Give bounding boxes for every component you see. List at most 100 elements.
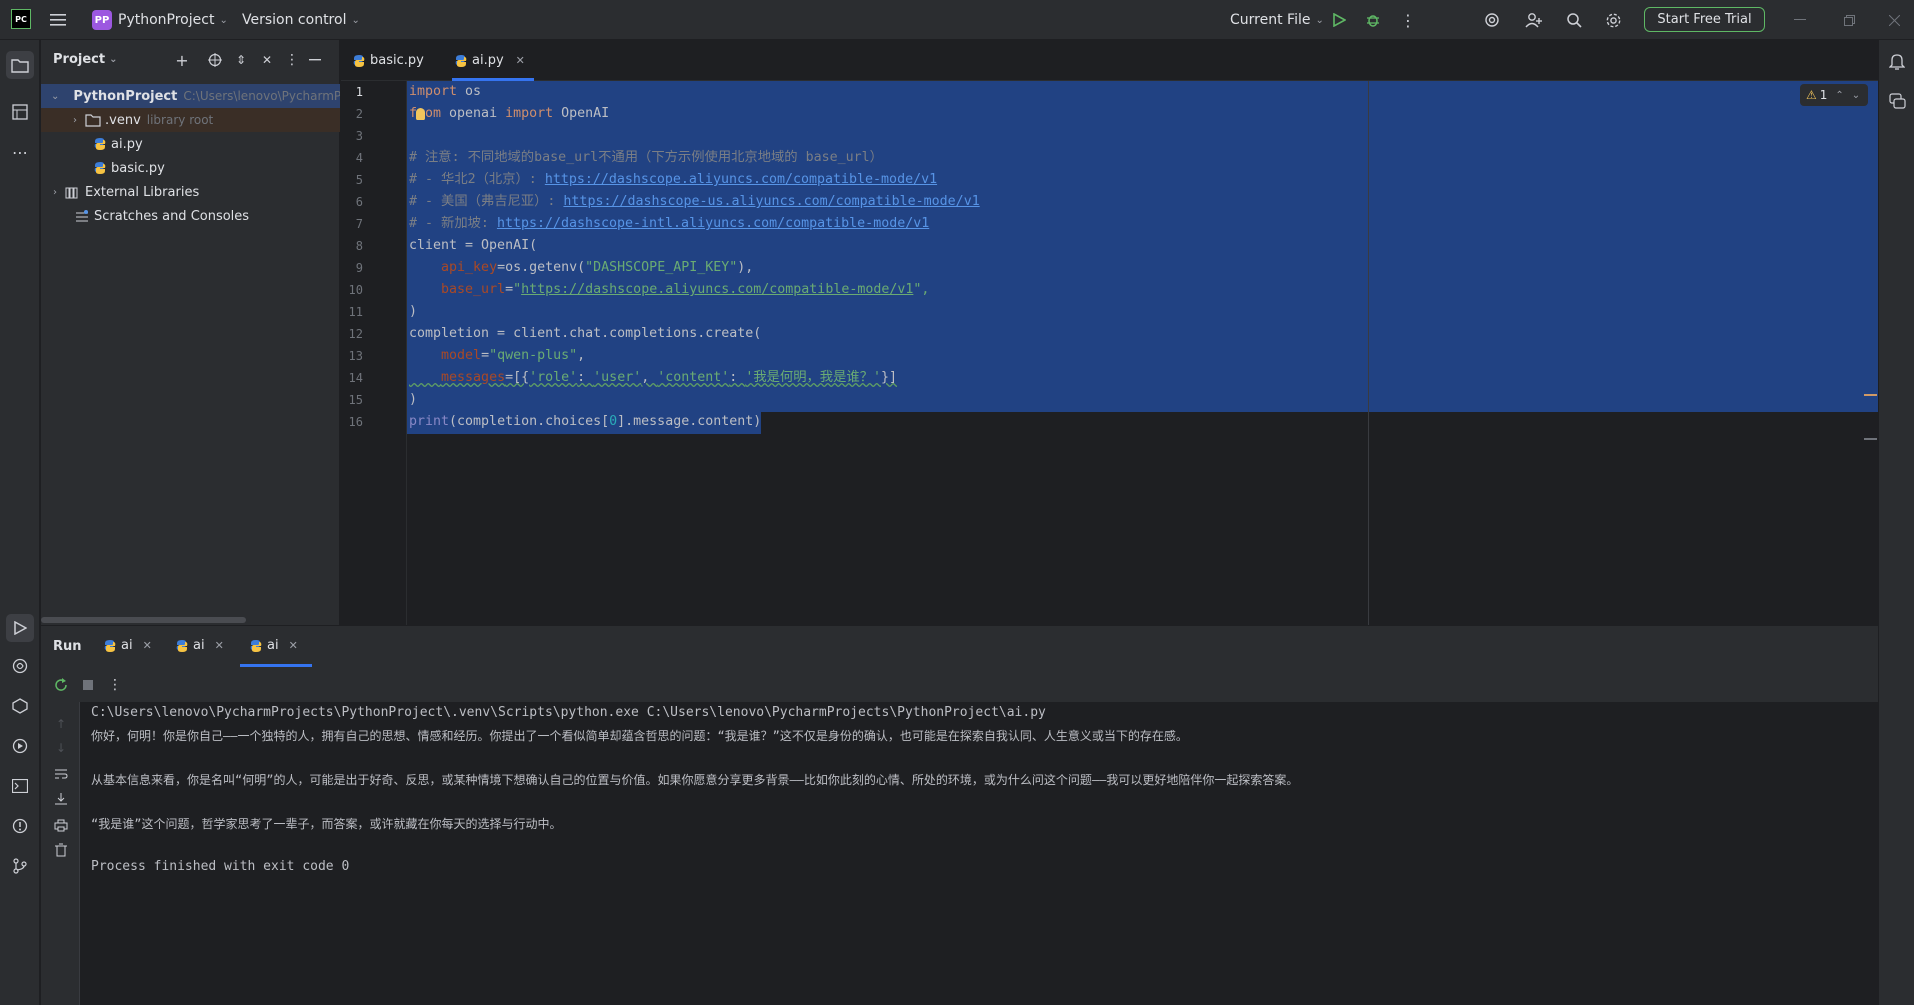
close-tab-icon[interactable]: ✕ (215, 639, 224, 652)
terminal-icon[interactable] (8, 774, 32, 798)
tree-item-label: PythonProject (73, 88, 178, 104)
more-tool-windows-icon[interactable]: ⋯ (8, 140, 32, 164)
code-line-10[interactable]: base_url="https://dashscope.aliyuncs.com… (409, 279, 929, 301)
run-tab-3[interactable]: ai ✕ (250, 638, 298, 653)
close-tab-icon[interactable]: ✕ (516, 54, 525, 67)
line-number: 14 (348, 371, 363, 385)
chevron-up-icon[interactable]: ⌃ (1835, 90, 1843, 101)
chevron-down-icon[interactable]: ⌄ (1852, 90, 1860, 101)
rerun-icon[interactable] (51, 675, 71, 695)
settings-gear-icon[interactable] (1603, 10, 1623, 30)
chevron-down-icon: ⌄ (219, 14, 228, 26)
tree-item-basic-py[interactable]: basic.py (41, 156, 340, 180)
python-file-icon (94, 162, 106, 174)
tab-basic-py[interactable]: basic.py (353, 40, 424, 81)
restore-window-icon[interactable] (1839, 10, 1859, 30)
close-window-icon[interactable] (1884, 10, 1904, 30)
tree-item-label: basic.py (111, 160, 165, 176)
line-number: 7 (355, 217, 363, 231)
notifications-bell-icon[interactable] (1885, 49, 1909, 73)
tab-ai-py[interactable]: ai.py ✕ (452, 40, 534, 81)
chevron-down-icon: ⌄ (51, 90, 60, 102)
problems-widget[interactable]: ⚠ 1 ⌃ ⌄ (1800, 84, 1868, 106)
code-with-me-icon[interactable] (1524, 10, 1544, 30)
intention-bulb-icon[interactable] (416, 108, 425, 120)
version-control-menu[interactable]: Version control ⌄ (242, 9, 360, 31)
code-line-15[interactable]: ) (409, 389, 417, 411)
structure-icon[interactable] (8, 100, 32, 124)
tree-item-scratches[interactable]: Scratches and Consoles (41, 204, 340, 228)
print-icon[interactable] (49, 813, 73, 837)
run-icon[interactable] (1329, 10, 1349, 30)
scroll-to-end-icon[interactable] (49, 787, 73, 811)
error-stripe-marker[interactable] (1864, 438, 1877, 440)
run-tab-2[interactable]: ai ✕ (176, 638, 224, 653)
code-line-1[interactable]: import os (409, 81, 481, 103)
more-actions-icon[interactable]: ⋮ (1398, 10, 1418, 30)
code-line-9[interactable]: api_key=os.getenv("DASHSCOPE_API_KEY"), (409, 257, 753, 279)
options-icon[interactable]: ⋮ (282, 50, 302, 70)
console-command-line: C:\Users\lenovo\PycharmProjects\PythonPr… (91, 705, 1046, 720)
expand-all-icon[interactable]: ⇕ (231, 50, 251, 70)
code-line-11[interactable]: ) (409, 301, 417, 323)
ai-chat-icon[interactable] (1885, 89, 1909, 113)
code-line-8[interactable]: client = OpenAI( (409, 235, 537, 257)
project-switcher[interactable]: PP PythonProject ⌄ (92, 9, 228, 31)
code-line-13[interactable]: model="qwen-plus", (409, 345, 585, 367)
error-stripe-marker[interactable] (1864, 394, 1877, 396)
new-file-plus-icon[interactable]: + (172, 50, 192, 70)
right-margin-guide (1368, 81, 1369, 625)
trash-icon[interactable] (49, 838, 73, 862)
close-tab-icon[interactable]: ✕ (143, 639, 152, 652)
hide-panel-icon[interactable] (305, 50, 325, 70)
project-panel-header[interactable]: Project ⌄ (53, 52, 117, 67)
start-free-trial-button[interactable]: Start Free Trial (1644, 7, 1765, 32)
arrow-up-icon[interactable]: ↑ (49, 712, 73, 736)
title-bar: PC PP PythonProject ⌄ Version control ⌄ … (0, 0, 1914, 40)
minimize-window-icon[interactable] (1790, 10, 1810, 30)
run-tab-1[interactable]: ai ✕ (104, 638, 152, 653)
search-icon[interactable] (1564, 10, 1584, 30)
run-configuration-selector[interactable]: Current File ⌄ (1230, 9, 1324, 31)
line-number: 9 (355, 261, 363, 275)
tree-item-ai-py[interactable]: ai.py (41, 132, 340, 156)
code-line-6[interactable]: # - 美国（弗吉尼亚）: https://dashscope-us.aliyu… (409, 191, 980, 213)
chevron-down-icon: ⌄ (1315, 14, 1324, 26)
services-icon[interactable] (8, 734, 32, 758)
line-number: 13 (348, 349, 363, 363)
python-packages-icon[interactable] (8, 654, 32, 678)
problems-icon[interactable] (8, 814, 32, 838)
tree-item-venv[interactable]: › .venv library root (41, 108, 340, 132)
code-line-7[interactable]: # - 新加坡: https://dashscope-intl.aliyuncs… (409, 213, 929, 235)
project-folder-icon[interactable] (6, 51, 34, 79)
horizontal-scrollbar[interactable] (41, 617, 246, 623)
chevron-right-icon: › (53, 186, 57, 198)
python-file-icon (94, 138, 106, 150)
code-line-4[interactable]: # 注意: 不同地域的base_url不通用（下方示例使用北京地域的 base_… (409, 147, 883, 169)
arrow-down-icon[interactable]: ↓ (49, 736, 73, 760)
stop-icon[interactable] (78, 675, 98, 695)
code-line-5[interactable]: # - 华北2（北京）: https://dashscope.aliyuncs.… (409, 169, 937, 191)
code-line-16[interactable]: print(completion.choices[0].message.cont… (409, 411, 761, 433)
locate-target-icon[interactable] (205, 50, 225, 70)
code-line-2[interactable]: from openai import OpenAI (409, 103, 609, 125)
run-tool-window-icon[interactable] (6, 614, 34, 642)
run-tab-label: ai (193, 638, 205, 653)
tab-label: ai.py (472, 53, 504, 68)
debug-icon[interactable] (1363, 10, 1383, 30)
ai-assistant-icon[interactable] (1482, 10, 1502, 30)
close-tab-icon[interactable]: ✕ (289, 639, 298, 652)
soft-wrap-icon[interactable] (49, 762, 73, 786)
run-config-label: Current File (1230, 12, 1311, 28)
code-line-14[interactable]: messages=[{'role': 'user', 'content': '我… (409, 367, 897, 389)
git-branch-icon[interactable] (8, 854, 32, 878)
tree-item-external-libraries[interactable]: › External Libraries (41, 180, 340, 204)
code-line-12[interactable]: completion = client.chat.completions.cre… (409, 323, 761, 345)
run-tab-label: ai (267, 638, 279, 653)
tree-item-project-root[interactable]: ⌄ PythonProject C:\Users\lenovo\PycharmP (41, 84, 340, 108)
collapse-all-icon[interactable]: ✕ (257, 50, 277, 70)
more-options-icon[interactable]: ⋮ (105, 675, 125, 695)
chevron-right-icon: › (73, 114, 77, 126)
main-menu-icon[interactable] (48, 10, 68, 30)
python-console-icon[interactable] (8, 694, 32, 718)
